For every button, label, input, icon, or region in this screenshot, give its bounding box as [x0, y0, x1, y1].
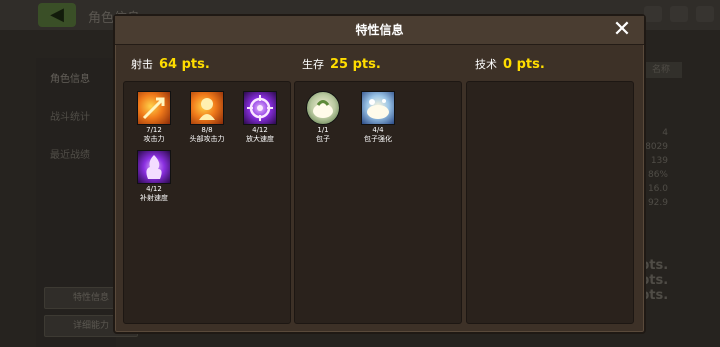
panel-label: 射击 [131, 58, 153, 71]
panel-shooting: 7/12 攻击力 8/8 头部攻击力 4/12 放大速度 4/12 补射速度 [123, 81, 291, 324]
panel-points: 0 pts. [503, 57, 545, 72]
trait-name: 补射速度 [140, 194, 168, 202]
trait-name: 头部攻击力 [189, 135, 225, 143]
trait-info-modal: 特性信息 ✕ 射击 64 pts. 生存 25 pts. 技术 0 pts. 7/12… [113, 14, 646, 334]
trait-count: 4/12 [252, 126, 268, 134]
trait-bun[interactable]: 1/1 包子 [301, 91, 345, 144]
close-button[interactable]: ✕ [612, 19, 632, 41]
panel-tech [466, 81, 634, 324]
trait-count: 8/8 [201, 126, 213, 134]
trait-zoom-speed[interactable]: 4/12 放大速度 [238, 91, 282, 144]
trait-head-attack[interactable]: 8/8 头部攻击力 [185, 91, 229, 144]
panel-points: 64 pts. [159, 57, 210, 72]
head-target-icon [190, 91, 224, 125]
trait-count: 4/4 [372, 126, 384, 134]
panel-survival: 1/1 包子 4/4 包子强化 [294, 81, 462, 324]
panel-points: 25 pts. [330, 57, 381, 72]
trait-name: 包子强化 [364, 135, 392, 143]
trait-reload-speed[interactable]: 4/12 补射速度 [132, 150, 176, 203]
trait-count: 1/1 [317, 126, 329, 134]
modal-title: 特性信息 [355, 23, 404, 37]
panel-header-tech: 技术 0 pts. [475, 56, 545, 72]
modal-header: 特性信息 ✕ [115, 16, 644, 45]
trait-bun-upgrade[interactable]: 4/4 包子强化 [356, 91, 400, 144]
bun-upgrade-icon [361, 91, 395, 125]
panel-label: 技术 [475, 58, 497, 71]
arrow-burst-icon [137, 91, 171, 125]
trait-count: 7/12 [146, 126, 162, 134]
flame-fist-icon [137, 150, 171, 184]
crosshair-icon [243, 91, 277, 125]
panel-header-shooting: 射击 64 pts. [131, 56, 210, 72]
trait-count: 4/12 [146, 185, 162, 193]
trait-name: 包子 [316, 135, 330, 143]
trait-name: 攻击力 [143, 135, 165, 143]
panel-header-survival: 生存 25 pts. [302, 56, 381, 72]
trait-name: 放大速度 [246, 135, 274, 143]
panel-label: 生存 [302, 58, 324, 71]
bun-icon [306, 91, 340, 125]
trait-attack-power[interactable]: 7/12 攻击力 [132, 91, 176, 144]
